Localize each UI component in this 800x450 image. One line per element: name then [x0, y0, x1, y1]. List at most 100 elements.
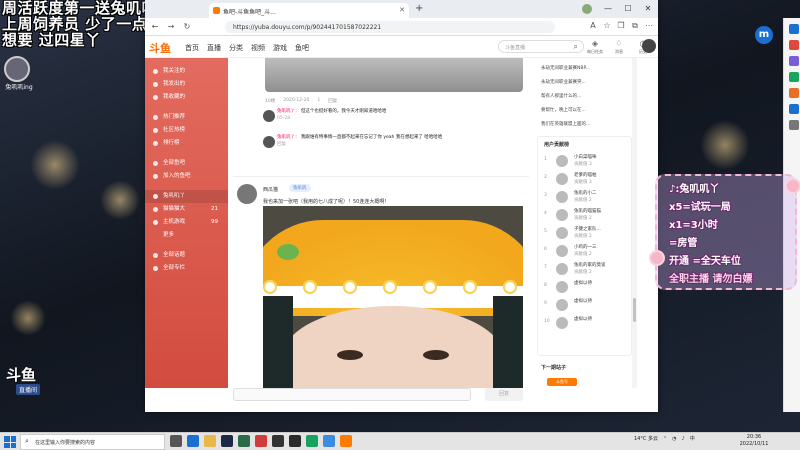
- read-aloud-icon[interactable]: A: [588, 21, 598, 31]
- sidebar-item-ranking[interactable]: 排行榜: [145, 137, 228, 150]
- sidebar-item-columns[interactable]: 全部专栏: [145, 262, 228, 275]
- tray-arrow-icon[interactable]: ⌃: [663, 436, 667, 442]
- sidebar-item-hot[interactable]: 热门推荐: [145, 111, 228, 124]
- ranking-row[interactable]: 9 虚拟以待: [538, 296, 631, 314]
- sidebar-item-favorites[interactable]: 我收藏的: [145, 91, 228, 104]
- sidebar-item-trending[interactable]: 社区热榜: [145, 124, 228, 137]
- hot-post-item[interactable]: 要帮忙，晚上可以在...: [537, 104, 632, 118]
- like-count[interactable]: 1: [317, 98, 320, 104]
- app-icon[interactable]: [289, 435, 301, 447]
- scrollbar-thumb[interactable]: [633, 298, 636, 322]
- ranking-row[interactable]: 10 虚拟以待: [538, 314, 631, 332]
- douyu-icon[interactable]: [340, 435, 352, 447]
- sidebar-item-posted[interactable]: 我发出的: [145, 78, 228, 91]
- hot-post-item[interactable]: 永劫无间职业兼赛NBP...: [537, 62, 632, 76]
- search-input[interactable]: 斗鱼直播 ⌕: [498, 40, 584, 53]
- forward-icon[interactable]: →: [165, 22, 177, 31]
- wechat-icon[interactable]: [306, 435, 318, 447]
- app-icon[interactable]: [238, 435, 250, 447]
- sidebar-item-more[interactable]: 更多: [145, 229, 228, 242]
- ranking-row[interactable]: 1 小白菜喵咪 贡献值 3: [538, 152, 631, 170]
- clock[interactable]: 20:36 2022/10/11: [730, 434, 778, 448]
- favorite-star-icon[interactable]: ☆: [602, 21, 612, 31]
- office-icon[interactable]: [788, 72, 799, 82]
- collections-icon[interactable]: ❐: [616, 21, 626, 31]
- qq-icon[interactable]: [323, 435, 335, 447]
- taskbar-search[interactable]: ⌕ 在这里输入你要搜索的内容: [20, 434, 165, 450]
- avatar[interactable]: [263, 110, 275, 122]
- avatar[interactable]: [263, 136, 275, 148]
- outlook-icon[interactable]: [788, 88, 799, 98]
- comment-user[interactable]: 兔叽叽丫：: [277, 109, 300, 114]
- sidebar-item-joined[interactable]: 加入的鱼吧: [145, 170, 228, 183]
- sidebar-item-following[interactable]: 我关注的: [145, 65, 228, 78]
- refresh-icon[interactable]: ↻: [181, 22, 193, 31]
- extensions-icon[interactable]: ⧉: [630, 21, 640, 31]
- task-icon[interactable]: ◈ 每日任务: [587, 39, 603, 55]
- ranking-row[interactable]: 3 兔叽的小二 贡献值 2: [538, 188, 631, 206]
- task-view-icon[interactable]: [170, 435, 182, 447]
- ranking-row[interactable]: 8 虚拟以待: [538, 278, 631, 296]
- profile-icon[interactable]: [578, 0, 598, 18]
- tab-active[interactable]: 鱼吧-斗鱼鱼吧_斗... ✕: [209, 3, 409, 18]
- ranking-row[interactable]: 4 兔叽的喵猫猫 贡献值 2: [538, 206, 631, 224]
- hot-post-item[interactable]: 我们在英雄联盟上面的...: [537, 118, 632, 132]
- volume-icon[interactable]: ♪: [682, 436, 685, 442]
- reply-link[interactable]: 回复: [328, 98, 337, 104]
- minimize-button[interactable]: —: [598, 0, 618, 18]
- sidebar-item-maomao[interactable]: 猫猫猫大 21: [145, 203, 228, 216]
- close-icon[interactable]: ✕: [399, 6, 405, 14]
- sidebar-item-topics[interactable]: 全部话题: [145, 249, 228, 262]
- notify-icon[interactable]: ♢ 消息: [611, 39, 627, 55]
- games-icon[interactable]: [788, 56, 799, 66]
- back-icon[interactable]: ←: [149, 22, 161, 31]
- sidebar-item-all-yuba[interactable]: 全部鱼吧: [145, 157, 228, 170]
- add-icon[interactable]: [788, 120, 799, 130]
- nav-game[interactable]: 游戏: [273, 43, 287, 53]
- maximize-button[interactable]: ☐: [618, 0, 638, 18]
- nav-category[interactable]: 分类: [229, 43, 243, 53]
- douyu-logo[interactable]: 斗鱼: [149, 40, 171, 56]
- post-photo[interactable]: [263, 206, 523, 388]
- ranking-row[interactable]: 2 老爹的喵帕 贡献值 3: [538, 170, 631, 188]
- weather[interactable]: 14°C 多云: [634, 435, 658, 442]
- sidebar-item-label: 全部话题: [163, 252, 186, 258]
- obs-icon[interactable]: [272, 435, 284, 447]
- avatar[interactable]: [237, 184, 257, 204]
- app-icon[interactable]: [255, 435, 267, 447]
- ranking-row[interactable]: 5 子健之家队... 贡献值 2: [538, 224, 631, 242]
- hot-post-item[interactable]: 永劫无间职业兼赛突...: [537, 76, 632, 90]
- search-icon[interactable]: ⌕: [574, 42, 578, 52]
- tools-icon[interactable]: [788, 40, 799, 50]
- url-input[interactable]: https://yuba.douyu.com/p/902441701587022…: [225, 21, 555, 33]
- ime-indicator[interactable]: 中: [690, 435, 695, 442]
- douyu-account-button[interactable]: 斗鱼号: [547, 378, 577, 386]
- send-icon[interactable]: [788, 104, 799, 114]
- network-icon[interactable]: ◔: [672, 436, 676, 442]
- reply-input[interactable]: [233, 388, 471, 401]
- sidebar-item-console[interactable]: 主机游戏 99: [145, 216, 228, 229]
- edge-icon[interactable]: [187, 435, 199, 447]
- scrollbar[interactable]: [632, 58, 637, 388]
- nav-video[interactable]: 视频: [251, 43, 265, 53]
- user-avatar[interactable]: [642, 39, 656, 53]
- nav-home[interactable]: 首页: [185, 43, 199, 53]
- reply-button[interactable]: 回复: [485, 388, 523, 401]
- nav-live[interactable]: 直播: [207, 43, 221, 53]
- steam-icon[interactable]: [221, 435, 233, 447]
- post-image[interactable]: [265, 58, 523, 92]
- search-icon[interactable]: [788, 24, 799, 34]
- comment-user[interactable]: 兔叽叽丫：: [277, 135, 300, 140]
- new-tab-button[interactable]: +: [415, 3, 423, 14]
- hot-post-item[interactable]: 帮有人那里什么的...: [537, 90, 632, 104]
- ranking-row[interactable]: 6 小鸡的一三 贡献值 2: [538, 242, 631, 260]
- more-menu-icon[interactable]: ⋯: [644, 21, 654, 31]
- sidebar-item-tujiji[interactable]: 兔叽叽丫: [145, 190, 228, 203]
- ranking-row[interactable]: 7 兔叽的家的莫谈 贡献值 2: [538, 260, 631, 278]
- nav-yuba[interactable]: 鱼吧: [295, 43, 309, 53]
- explorer-icon[interactable]: [204, 435, 216, 447]
- close-window-button[interactable]: ✕: [638, 0, 658, 18]
- comment-reply[interactable]: 回复: [277, 141, 525, 148]
- windows-start-icon[interactable]: [4, 436, 16, 448]
- post-author[interactable]: 西瓜猫: [263, 186, 278, 193]
